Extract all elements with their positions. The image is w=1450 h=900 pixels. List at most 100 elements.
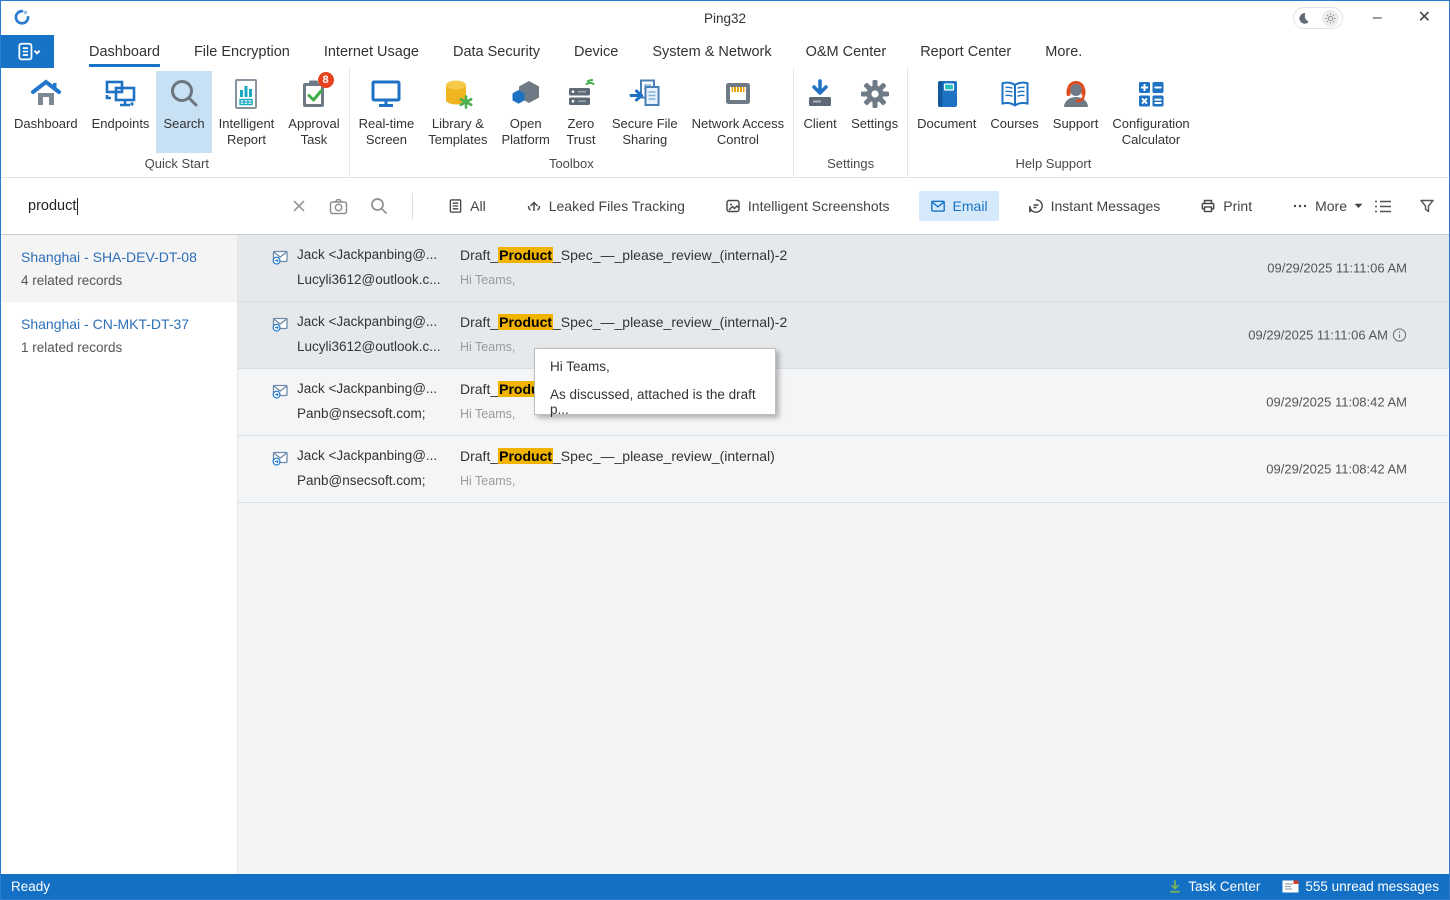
- email-subject: Draft_Product_Spec_—_please_review_(inte…: [460, 448, 775, 464]
- filter-leaked-files-tracking[interactable]: Leaked Files Tracking: [515, 191, 696, 221]
- list-view-icon[interactable]: [1374, 199, 1392, 214]
- ribbon-item-open-platform[interactable]: Open Platform: [494, 71, 556, 153]
- book-icon: [930, 75, 964, 113]
- filter-all[interactable]: All: [437, 191, 497, 221]
- instant-message-icon: [1028, 198, 1044, 214]
- menu-tabs: Dashboard File Encryption Internet Usage…: [72, 35, 1099, 68]
- ribbon-item-courses[interactable]: Courses: [983, 71, 1045, 153]
- filter-intelligent-screenshots[interactable]: Intelligent Screenshots: [714, 191, 901, 221]
- subject-highlight: Product: [498, 448, 553, 464]
- info-icon[interactable]: [1392, 328, 1407, 343]
- result-count: 1 related records: [21, 340, 217, 355]
- email-preview-tooltip: Hi Teams, As discussed, attached is the …: [534, 348, 776, 415]
- moon-icon[interactable]: [1297, 12, 1310, 25]
- sun-icon[interactable]: [1322, 10, 1339, 27]
- ribbon-item-approval-task[interactable]: 8 Approval Task: [281, 71, 346, 153]
- ribbon-item-network-access-control[interactable]: Network Access Control: [685, 71, 791, 153]
- screenshot-icon: [725, 198, 741, 214]
- sidebar-result-item[interactable]: Shanghai - CN-MKT-DT-37 1 related record…: [1, 302, 237, 369]
- network-port-icon: [721, 75, 755, 113]
- ribbon-group-label: Quick Start: [7, 153, 347, 177]
- ribbon-group-quick-start: Dashboard Endpoints Search: [5, 68, 349, 177]
- ribbon-item-library-templates[interactable]: Library & Templates: [421, 71, 494, 153]
- status-bar: Ready Task Center 555 unread messages: [1, 874, 1449, 899]
- headset-icon: [1059, 75, 1093, 113]
- clear-search-icon[interactable]: [291, 198, 307, 214]
- titlebar: Ping32 – ✕: [1, 1, 1449, 35]
- filter-funnel-icon[interactable]: [1419, 198, 1435, 214]
- menu-tab-om-center[interactable]: O&M Center: [789, 35, 904, 68]
- gear-icon: [858, 75, 892, 113]
- envelope-sent-icon: [272, 448, 297, 502]
- email-recipient: Panb@nsecsoft.com;: [297, 406, 445, 421]
- status-ready-text: Ready: [11, 879, 50, 894]
- realtime-screen-icon: [369, 75, 403, 113]
- ribbon-item-document[interactable]: Document: [910, 71, 983, 153]
- email-recipient: Lucyli3612@outlook.c...: [297, 339, 445, 354]
- ribbon-item-settings[interactable]: Settings: [844, 71, 905, 153]
- ribbon-item-configuration-calculator[interactable]: Configuration Calculator: [1105, 71, 1196, 153]
- client-download-icon: [803, 75, 837, 113]
- email-timestamp: 09/29/2025 11:08:42 AM: [1266, 462, 1407, 477]
- email-row[interactable]: Jack <Jackpanbing@... Panb@nsecsoft.com;…: [238, 369, 1449, 436]
- menu-tab-file-encryption[interactable]: File Encryption: [177, 35, 307, 68]
- ribbon: Dashboard Endpoints Search: [1, 68, 1449, 178]
- email-result-list: Jack <Jackpanbing@... Lucyli3612@outlook…: [238, 235, 1449, 874]
- library-icon: [441, 75, 475, 113]
- filter-email[interactable]: Email: [919, 191, 999, 221]
- ribbon-group-label: Help Support: [910, 153, 1197, 177]
- file-sharing-icon: [628, 75, 662, 113]
- chevron-down-icon: [1354, 203, 1363, 209]
- ribbon-item-intelligent-report[interactable]: Intelligent Report: [212, 71, 282, 153]
- camera-search-icon[interactable]: [329, 198, 348, 215]
- ribbon-item-support[interactable]: Support: [1046, 71, 1106, 153]
- minimize-button[interactable]: –: [1367, 8, 1388, 28]
- task-center-button[interactable]: Task Center: [1168, 879, 1260, 894]
- ribbon-item-secure-file-sharing[interactable]: Secure File Sharing: [605, 71, 685, 153]
- email-row[interactable]: Jack <Jackpanbing@... Lucyli3612@outlook…: [238, 302, 1449, 369]
- menu-tab-data-security[interactable]: Data Security: [436, 35, 557, 68]
- email-row[interactable]: Jack <Jackpanbing@... Panb@nsecsoft.com;…: [238, 436, 1449, 503]
- divider: [412, 193, 413, 219]
- ribbon-item-zero-trust[interactable]: Zero Trust: [557, 71, 605, 153]
- menu-tab-device[interactable]: Device: [557, 35, 635, 68]
- calculator-icon: [1134, 75, 1168, 113]
- subject-highlight: Product: [498, 314, 553, 330]
- ribbon-item-realtime-screen[interactable]: Real-time Screen: [352, 71, 422, 153]
- email-row[interactable]: Jack <Jackpanbing@... Lucyli3612@outlook…: [238, 235, 1449, 302]
- ribbon-item-search[interactable]: Search: [156, 71, 211, 153]
- result-count: 4 related records: [21, 273, 217, 288]
- zero-trust-icon: [564, 75, 598, 113]
- ribbon-item-client[interactable]: Client: [796, 71, 844, 153]
- menu-tab-more[interactable]: More.: [1028, 35, 1099, 68]
- subject-highlight: Product: [498, 247, 553, 263]
- ribbon-item-dashboard[interactable]: Dashboard: [7, 71, 85, 153]
- search-input[interactable]: product: [28, 198, 269, 215]
- menu-tab-system-network[interactable]: System & Network: [635, 35, 788, 68]
- mail-status-icon: [1282, 880, 1299, 893]
- sidebar-result-item[interactable]: Shanghai - SHA-DEV-DT-08 4 related recor…: [1, 235, 237, 302]
- envelope-sent-icon: [272, 381, 297, 435]
- search-go-icon[interactable]: [370, 197, 388, 215]
- theme-toggle[interactable]: [1293, 7, 1343, 29]
- email-sender: Jack <Jackpanbing@...: [297, 247, 445, 262]
- email-recipient: Panb@nsecsoft.com;: [297, 473, 445, 488]
- menu-tab-report-center[interactable]: Report Center: [903, 35, 1028, 68]
- filter-instant-messages[interactable]: Instant Messages: [1017, 191, 1172, 221]
- app-window: Ping32 – ✕ Dashboard File Encryption Int…: [0, 0, 1450, 900]
- menu-tab-internet-usage[interactable]: Internet Usage: [307, 35, 436, 68]
- app-menu-button[interactable]: [1, 35, 54, 68]
- menu-tab-dashboard[interactable]: Dashboard: [72, 35, 177, 68]
- close-button[interactable]: ✕: [1412, 8, 1437, 28]
- unread-messages-button[interactable]: 555 unread messages: [1282, 879, 1439, 894]
- text-caret: [77, 198, 78, 215]
- search-icon: [167, 75, 201, 113]
- filter-print[interactable]: Print: [1189, 191, 1263, 221]
- ribbon-item-endpoints[interactable]: Endpoints: [85, 71, 157, 153]
- ribbon-group-toolbox: Real-time Screen Library & Templates Ope…: [349, 68, 794, 177]
- email-preview: Hi Teams,: [460, 273, 787, 287]
- tooltip-line: Hi Teams,: [550, 359, 760, 374]
- filter-more[interactable]: More: [1281, 191, 1374, 221]
- email-subject: Draft_Product_Spec_—_please_review_(inte…: [460, 314, 787, 330]
- email-timestamp: 09/29/2025 11:08:42 AM: [1266, 395, 1407, 410]
